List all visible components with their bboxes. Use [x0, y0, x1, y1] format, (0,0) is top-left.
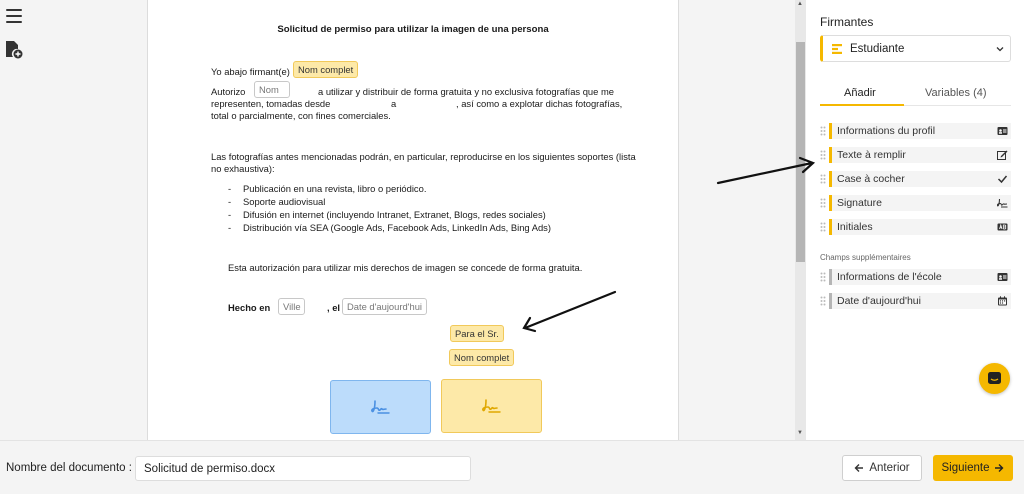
field-para-el-sr[interactable]: Para el Sr.: [450, 325, 504, 342]
field-item-label: Initiales: [837, 221, 873, 233]
field-item-date[interactable]: Date d'aujourd'hui: [820, 293, 1011, 309]
check-icon: [997, 175, 1008, 184]
field-item-label: Signature: [837, 197, 882, 209]
signature-icon: [997, 198, 1008, 208]
drag-handle-icon[interactable]: [820, 272, 826, 282]
field-item-label: Case à cocher: [837, 173, 905, 185]
field-item-label: Informations de l'école: [837, 271, 942, 283]
initials-icon: [997, 223, 1008, 231]
drag-handle-icon[interactable]: [820, 126, 826, 136]
add-file-icon[interactable]: [5, 41, 23, 59]
field-item-initials[interactable]: Initiales: [820, 219, 1011, 235]
next-button-label: Siguiente: [941, 462, 990, 474]
list-item: Distribución vía SEA (Google Ads, Facebo…: [243, 222, 551, 233]
scroll-thumb[interactable]: [796, 42, 805, 262]
chevron-down-icon: [996, 47, 1004, 52]
signature-icon: [370, 400, 390, 414]
list-item: Difusión en internet (incluyendo Intrane…: [243, 209, 546, 220]
text-line: , el: [327, 302, 341, 313]
chat-button[interactable]: [979, 363, 1010, 394]
document-viewer: Solicitud de permiso para utilizar la im…: [40, 0, 795, 440]
list-item: Publicación en una revista, libro o peri…: [243, 183, 427, 194]
text-line: a utilizar y distribuir de forma gratuit…: [318, 86, 614, 97]
scroll-up-icon[interactable]: ▲: [797, 1, 803, 7]
menu-icon[interactable]: [6, 9, 22, 23]
previous-button-label: Anterior: [869, 462, 910, 474]
edit-icon: [997, 150, 1008, 160]
signature-box-blue[interactable]: [330, 380, 431, 434]
field-city[interactable]: Ville: [278, 298, 305, 315]
id-card-icon: [997, 127, 1008, 135]
footer-bar: Nombre del documento : Anterior Siguient…: [0, 440, 1024, 494]
tab-add[interactable]: Añadir: [844, 87, 876, 99]
left-toolbar: [0, 0, 40, 440]
arrow-right-icon: [995, 464, 1004, 472]
tab-variables[interactable]: Variables (4): [925, 87, 987, 99]
signers-title: Firmantes: [820, 15, 874, 29]
previous-button[interactable]: Anterior: [842, 455, 922, 481]
calendar-icon: [998, 296, 1007, 306]
tabs: Añadir Variables (4): [820, 82, 1011, 106]
list-item: Soporte audiovisual: [243, 196, 326, 207]
drag-handle-icon[interactable]: [820, 222, 826, 232]
text-line: a: [391, 98, 397, 109]
field-item-profile[interactable]: Informations du profil: [820, 123, 1011, 139]
text-line: , así como a explotar dichas fotografías…: [456, 98, 623, 109]
bullet-mark: -: [228, 196, 232, 207]
signature-box-yellow[interactable]: [441, 379, 542, 433]
id-card-icon: [997, 273, 1008, 281]
text-line: Las fotografías antes mencionadas podrán…: [211, 151, 636, 162]
scroll-down-icon[interactable]: ▼: [797, 430, 803, 436]
field-item-signature[interactable]: Signature: [820, 195, 1011, 211]
text-line: representen, tomadas desde: [211, 98, 331, 109]
arrow-left-icon: [854, 464, 864, 472]
text-line: no exhaustiva):: [211, 163, 275, 174]
text-line: Hecho en: [228, 302, 271, 313]
field-item-text[interactable]: Texte à remplir: [820, 147, 1011, 163]
next-button[interactable]: Siguiente: [933, 455, 1013, 481]
text-line: total o parcialmente, con fines comercia…: [211, 110, 391, 121]
field-name[interactable]: Nom: [254, 81, 290, 98]
signer-name: Estudiante: [850, 43, 905, 55]
drag-handle-icon[interactable]: [820, 174, 826, 184]
signature-icon: [481, 399, 501, 413]
bullet-mark: -: [228, 183, 232, 194]
field-item-checkbox[interactable]: Case à cocher: [820, 171, 1011, 187]
field-full-name[interactable]: Nom complet: [293, 61, 359, 78]
field-item-label: Date d'aujourd'hui: [837, 295, 921, 307]
bullet-mark: -: [228, 209, 232, 220]
chat-icon: [988, 372, 1001, 384]
document-page: Solicitud de permiso para utilizar la im…: [147, 0, 679, 440]
signer-icon: [832, 44, 842, 54]
document-title: Solicitud de permiso para utilizar la im…: [277, 24, 549, 35]
drag-handle-icon[interactable]: [820, 150, 826, 160]
field-date[interactable]: Date d'aujourd'hui: [342, 298, 427, 315]
text-line: Autorizo: [211, 86, 246, 97]
field-item-label: Informations du profil: [837, 125, 936, 137]
signer-select[interactable]: Estudiante: [820, 35, 1011, 62]
field-item-label: Texte à remplir: [837, 149, 906, 161]
document-name-label: Nombre del documento :: [6, 462, 132, 474]
drag-handle-icon[interactable]: [820, 198, 826, 208]
field-full-name-2[interactable]: Nom complet: [449, 349, 515, 366]
text-line: Yo abajo firmant(e) :: [211, 66, 296, 77]
document-name-input[interactable]: [135, 456, 471, 481]
drag-handle-icon[interactable]: [820, 296, 826, 306]
field-item-school[interactable]: Informations de l'école: [820, 269, 1011, 285]
document-scrollbar[interactable]: ▲ ▼: [795, 0, 806, 440]
bullet-mark: -: [228, 222, 232, 233]
text-line: Esta autorización para utilizar mis dere…: [228, 262, 583, 273]
extra-fields-header: Champs supplémentaires: [820, 253, 911, 262]
active-tab-indicator: [820, 104, 904, 106]
